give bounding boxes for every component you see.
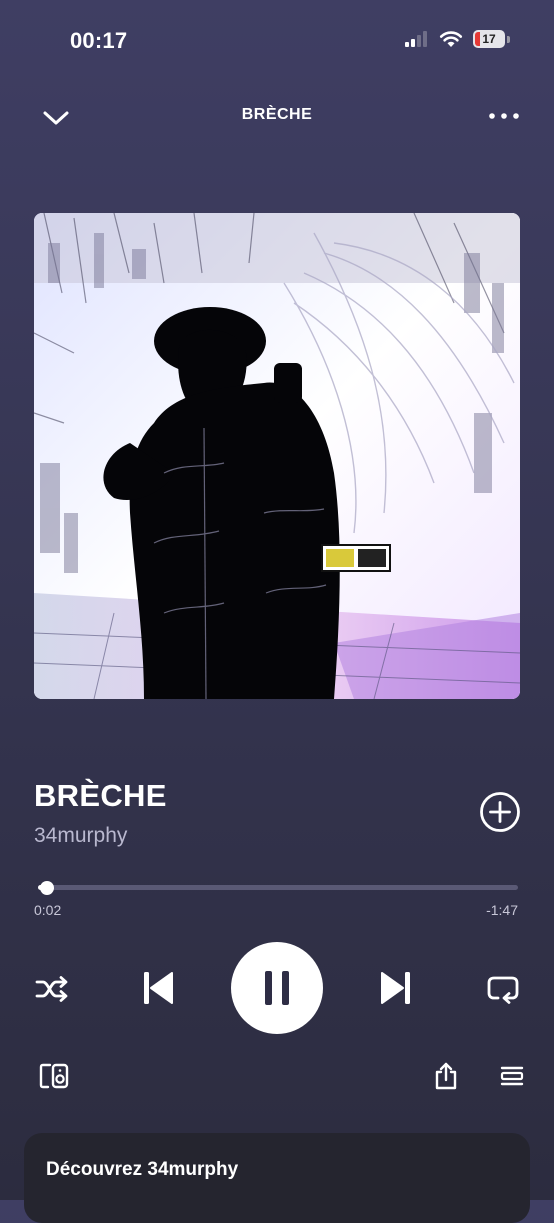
pause-button[interactable] xyxy=(231,942,323,1034)
battery-level: 17 xyxy=(482,32,496,46)
connect-device-icon xyxy=(39,1063,69,1089)
share-icon xyxy=(435,1062,457,1090)
status-time: 00:17 xyxy=(70,28,128,53)
add-circle-icon xyxy=(480,792,520,832)
progress-bar[interactable] xyxy=(38,881,518,895)
share-button[interactable] xyxy=(428,1058,464,1094)
album-artwork-image xyxy=(34,213,520,699)
discover-artist-label: Découvrez 34murphy xyxy=(46,1159,239,1180)
progress-thumb[interactable] xyxy=(39,881,54,895)
connect-device-button[interactable] xyxy=(36,1058,72,1094)
discover-artist-card[interactable]: Découvrez 34murphy xyxy=(24,1133,530,1223)
cellular-signal-icon xyxy=(405,31,427,47)
next-button[interactable] xyxy=(376,966,416,1010)
battery-nub xyxy=(507,35,510,43)
previous-button[interactable] xyxy=(138,966,178,1010)
pause-icon xyxy=(265,971,289,1005)
more-options-button[interactable] xyxy=(484,104,524,128)
shuffle-button[interactable] xyxy=(30,970,74,1008)
remaining-time: -1:47 xyxy=(486,902,518,918)
skip-next-icon xyxy=(381,972,410,1004)
repeat-icon xyxy=(487,976,519,1004)
track-artist[interactable]: 34murphy xyxy=(34,824,127,848)
repeat-button[interactable] xyxy=(482,970,524,1008)
wifi-icon xyxy=(439,31,463,47)
more-options-icon xyxy=(489,113,519,119)
shuffle-icon xyxy=(35,976,68,1002)
album-artwork xyxy=(34,213,520,699)
queue-button[interactable] xyxy=(494,1058,530,1094)
battery-icon: 17 xyxy=(473,30,505,48)
add-to-library-button[interactable] xyxy=(478,790,522,834)
status-icons: 17 xyxy=(405,30,510,48)
skip-previous-icon xyxy=(144,972,173,1004)
queue-icon xyxy=(500,1066,524,1086)
header-title: BRÈCHE xyxy=(241,106,313,123)
track-title: BRÈCHE xyxy=(34,778,167,813)
elapsed-time: 0:02 xyxy=(34,902,62,918)
